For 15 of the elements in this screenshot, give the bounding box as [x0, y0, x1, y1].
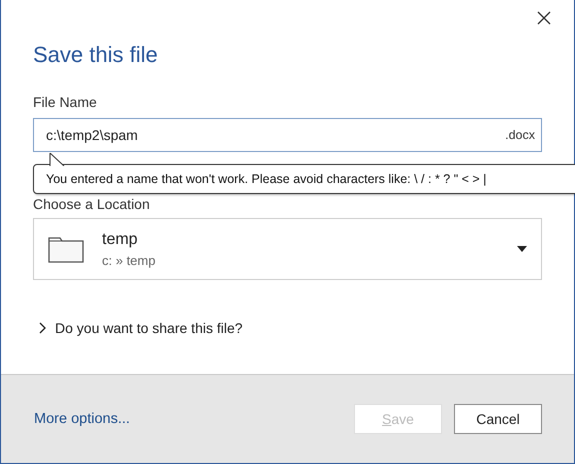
cancel-button[interactable]: Cancel — [454, 404, 542, 434]
dialog-title: Save this file — [33, 42, 159, 68]
chevron-icon — [39, 322, 47, 334]
caret-icon — [517, 246, 527, 252]
location-label: Choose a Location — [33, 196, 151, 212]
extension-label: .docx — [505, 128, 535, 142]
close-icon[interactable] — [536, 10, 552, 26]
error-message: You entered a name that won't work. Please avoid characters like: \ / : * ? " < > | — [46, 172, 486, 186]
folder-name: temp — [102, 230, 139, 248]
location-dropdown[interactable]: temp c: » temp — [33, 218, 542, 280]
folder-path: c: » temp — [102, 252, 156, 268]
more-options-link[interactable]: More options... — [34, 411, 354, 427]
file-name-label: File Name — [33, 94, 98, 110]
folder-icon — [48, 235, 84, 263]
share-toggle[interactable]: Do you want to share this file? — [33, 320, 243, 336]
